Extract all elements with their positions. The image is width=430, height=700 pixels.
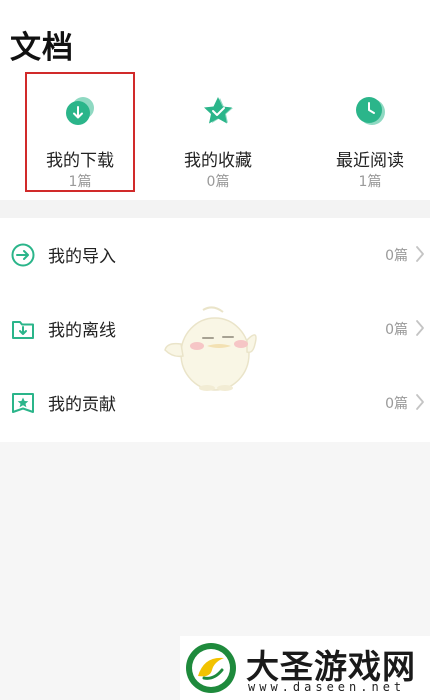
quick-action-label: 我的下载 xyxy=(46,151,114,171)
quick-action-downloads[interactable]: 我的下载 1篇 xyxy=(25,72,135,192)
download-cloud-icon xyxy=(66,97,94,125)
list-item-count: 0篇 xyxy=(385,248,408,264)
list-item-import[interactable]: 我的导入 0篇 xyxy=(0,218,430,292)
clock-icon xyxy=(356,97,385,125)
star-icon xyxy=(204,97,233,124)
list-item-label: 我的贡献 xyxy=(48,395,116,415)
watermark-url: www.daseen.net xyxy=(248,680,406,694)
list-item-label: 我的离线 xyxy=(48,321,116,341)
chevron-right-icon xyxy=(416,246,424,262)
header-section: 文档 我的下载 1篇 我的收藏 0篇 最近阅读 1篇 xyxy=(0,0,430,200)
quick-action-recent[interactable]: 最近阅读 1篇 xyxy=(315,72,425,192)
quick-action-favorites[interactable]: 我的收藏 0篇 xyxy=(163,72,273,192)
list-item-label: 我的导入 xyxy=(48,247,116,267)
import-arrow-icon xyxy=(11,243,35,267)
quick-action-label: 我的收藏 xyxy=(184,151,252,171)
watermark-logo-icon xyxy=(186,643,236,693)
mascot-illustration xyxy=(164,306,257,391)
quick-action-count: 1篇 xyxy=(358,174,382,190)
chevron-right-icon xyxy=(416,394,424,410)
quick-action-count: 0篇 xyxy=(206,174,230,190)
quick-action-label: 最近阅读 xyxy=(336,151,404,171)
contribution-bookmark-icon xyxy=(12,393,34,413)
list-item-count: 0篇 xyxy=(385,322,408,338)
chevron-right-icon xyxy=(416,320,424,336)
section-divider xyxy=(0,200,430,218)
watermark-banner: 大圣游戏网 www.daseen.net xyxy=(180,636,430,700)
offline-folder-icon xyxy=(12,321,34,339)
list-item-count: 0篇 xyxy=(385,396,408,412)
page-title: 文档 xyxy=(10,30,74,66)
quick-action-count: 1篇 xyxy=(68,174,92,190)
